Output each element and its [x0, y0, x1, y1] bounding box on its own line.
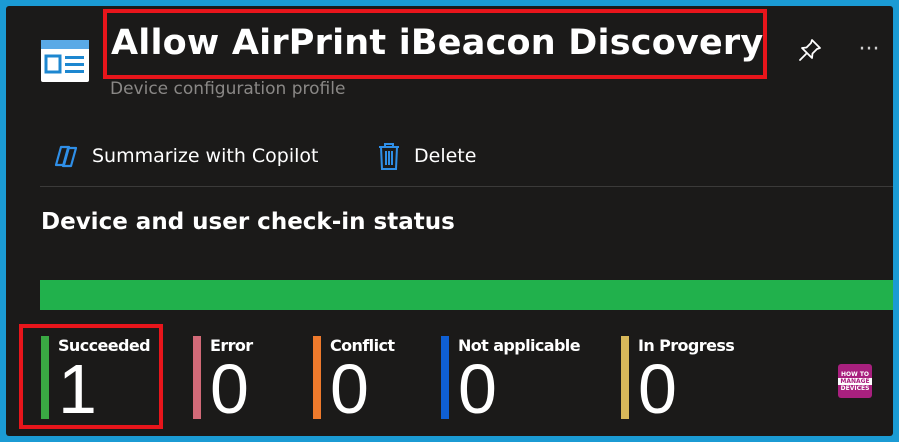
check-in-status-title: Device and user check-in status [41, 209, 455, 235]
more-options-icon[interactable]: ··· [855, 36, 883, 64]
status-in-progress-count: 0 [638, 350, 677, 428]
copilot-button-label: Summarize with Copilot [92, 145, 319, 167]
status-succeeded-color-bar [41, 336, 49, 419]
status-in-progress-color-bar [621, 336, 629, 419]
trash-icon [379, 143, 399, 170]
status-error-count: 0 [210, 350, 249, 428]
status-succeeded-count: 1 [58, 350, 97, 428]
device-configuration-profile-icon [41, 40, 89, 82]
status-not-applicable-color-bar [441, 336, 449, 419]
page-subtitle: Device configuration profile [110, 79, 346, 99]
check-in-status-bar-fill [40, 280, 893, 310]
delete-button-label: Delete [414, 145, 477, 167]
toolbar-divider [40, 186, 893, 187]
command-bar: Summarize with Copilot Delete [6, 134, 893, 178]
copilot-icon [54, 145, 78, 168]
delete-button[interactable]: Delete [376, 134, 476, 178]
status-conflict-color-bar [313, 336, 321, 419]
profile-blade: Allow AirPrint iBeacon Discovery Device … [6, 6, 893, 436]
check-in-status-bar [40, 280, 893, 310]
watermark-logo: HOW TO MANAGE DEVICES [838, 364, 872, 398]
watermark-line-3: DEVICES [840, 384, 870, 392]
summarize-with-copilot-button[interactable]: Summarize with Copilot [52, 134, 319, 178]
status-error-color-bar [193, 336, 201, 419]
blade-header: Allow AirPrint iBeacon Discovery Device … [6, 6, 893, 116]
pin-icon[interactable] [796, 36, 824, 64]
page-title: Allow AirPrint iBeacon Discovery [111, 23, 764, 63]
status-not-applicable-count: 0 [458, 350, 497, 428]
watermark-line-2: MANAGE [838, 377, 872, 385]
status-conflict-count: 0 [330, 350, 369, 428]
watermark-line-1: HOW TO [840, 370, 870, 378]
